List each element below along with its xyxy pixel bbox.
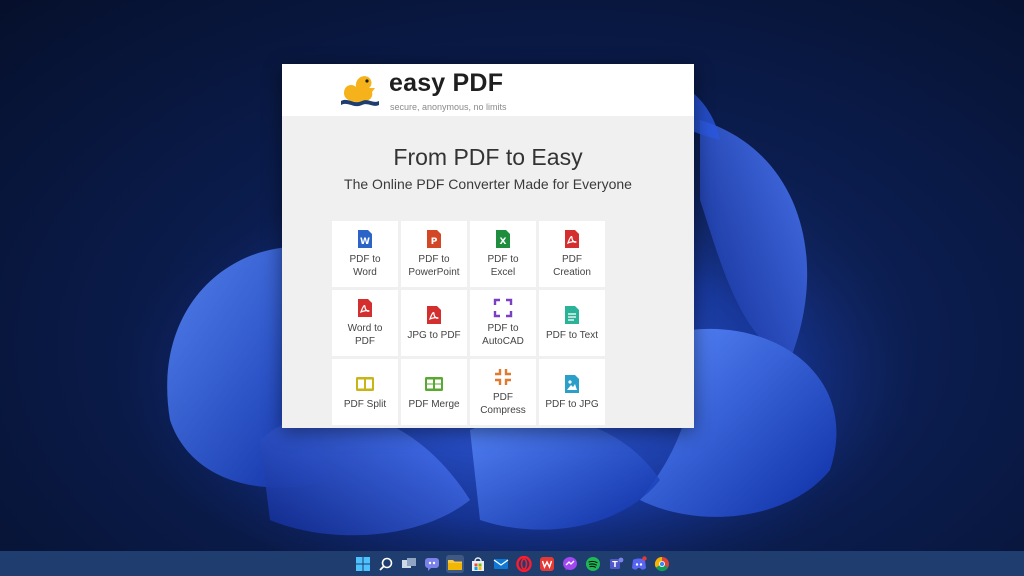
tool-label: PDF Split xyxy=(343,398,387,410)
tool-pdf-compress[interactable]: PDF Compress xyxy=(470,359,536,425)
tool-label: PDF Compress xyxy=(480,392,526,416)
taskbar: T xyxy=(0,551,1024,576)
tool-pdf-to-autocad[interactable]: PDF to AutoCAD xyxy=(470,290,536,356)
tool-word-to-pdf[interactable]: Word to PDF xyxy=(332,290,398,356)
tool-pdf-to-excel[interactable]: X PDF to Excel xyxy=(470,221,536,287)
brand-name[interactable]: easy PDF xyxy=(389,69,503,98)
tool-label: PDF to Text xyxy=(545,329,599,341)
tool-pdf-to-word[interactable]: W PDF to Word xyxy=(332,221,398,287)
tool-pdf-merge[interactable]: PDF Merge xyxy=(401,359,467,425)
tool-label: PDF to AutoCAD xyxy=(482,323,524,347)
tools-grid: W PDF to Word P PDF to PowerPoint X PDF … xyxy=(332,221,605,425)
site-header: easy PDF secure, anonymous, no limits xyxy=(282,64,694,116)
excel-icon: X xyxy=(496,230,510,248)
split-icon xyxy=(356,376,374,391)
messenger-icon[interactable] xyxy=(561,555,579,573)
tool-pdf-split[interactable]: PDF Split xyxy=(332,359,398,425)
tool-label: Word to PDF xyxy=(347,323,383,347)
word-icon: W xyxy=(358,230,372,248)
jpg-icon xyxy=(565,374,579,393)
discord-icon[interactable] xyxy=(630,555,648,573)
tool-label: PDF to PowerPoint xyxy=(408,254,460,278)
tool-label: PDF Merge xyxy=(408,398,460,410)
search-icon[interactable] xyxy=(377,555,395,573)
text-icon xyxy=(565,305,579,324)
spotify-icon[interactable] xyxy=(584,555,602,573)
wps-icon[interactable] xyxy=(538,555,556,573)
store-icon[interactable] xyxy=(469,555,487,573)
tool-pdf-to-powerpoint[interactable]: P PDF to PowerPoint xyxy=(401,221,467,287)
svg-text:W: W xyxy=(360,237,370,247)
opera-icon[interactable] xyxy=(515,555,533,573)
hero-title: From PDF to Easy xyxy=(393,144,583,170)
svg-text:T: T xyxy=(612,560,618,569)
windows-start-icon[interactable] xyxy=(354,555,372,573)
svg-text:X: X xyxy=(500,237,507,247)
tool-pdf-to-text[interactable]: PDF to Text xyxy=(539,290,605,356)
tool-pdf-to-jpg[interactable]: PDF to JPG xyxy=(539,359,605,425)
brand-tagline: secure, anonymous, no limits xyxy=(390,102,507,112)
file-explorer-icon[interactable] xyxy=(445,554,464,573)
pdf-icon xyxy=(565,230,579,248)
powerpoint-icon: P xyxy=(427,230,441,248)
tool-label: PDF Creation xyxy=(553,254,591,278)
teams-icon[interactable]: T xyxy=(607,555,625,573)
chrome-icon[interactable] xyxy=(653,555,671,573)
duck-logo-icon[interactable] xyxy=(340,71,380,107)
tool-label: PDF to Excel xyxy=(487,254,519,278)
task-view-icon[interactable] xyxy=(400,555,418,573)
tool-label: JPG to PDF xyxy=(407,329,461,341)
compress-icon xyxy=(495,369,511,385)
easy-pdf-window: easy PDF secure, anonymous, no limits Fr… xyxy=(282,64,694,428)
pdf-icon xyxy=(427,305,441,324)
svg-text:P: P xyxy=(431,237,438,247)
autocad-icon xyxy=(493,298,513,318)
pdf-icon xyxy=(358,299,372,317)
merge-icon xyxy=(425,376,443,391)
mail-icon[interactable] xyxy=(492,555,510,573)
teams-chat-icon[interactable] xyxy=(423,555,441,573)
tool-pdf-creation[interactable]: PDF Creation xyxy=(539,221,605,287)
tool-label: PDF to JPG xyxy=(545,398,599,410)
tool-jpg-to-pdf[interactable]: JPG to PDF xyxy=(401,290,467,356)
tool-label: PDF to Word xyxy=(349,254,381,278)
hero-subtitle: The Online PDF Converter Made for Everyo… xyxy=(344,176,632,192)
